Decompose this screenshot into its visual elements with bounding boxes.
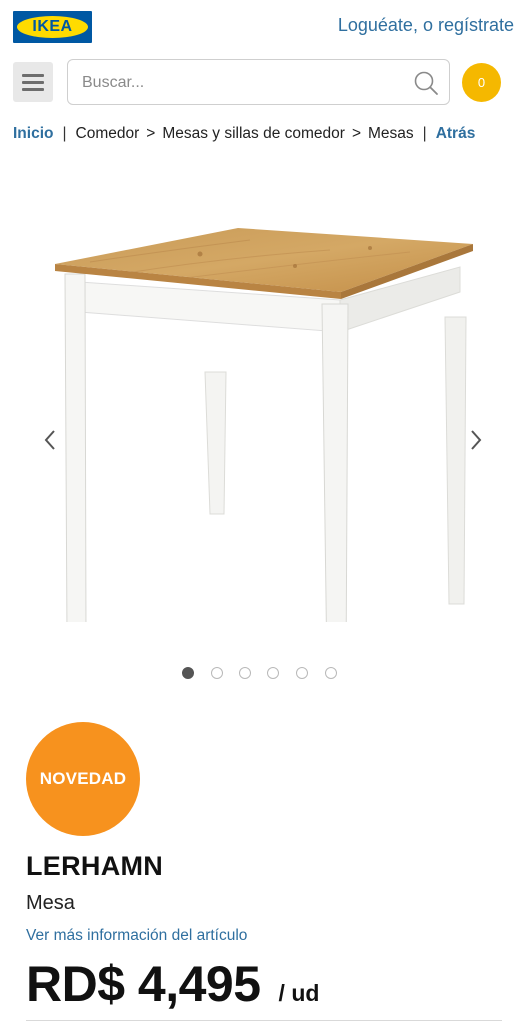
cart-count: 0 [477,75,486,90]
search-box [67,59,450,105]
search-input[interactable] [82,72,392,94]
carousel-dot[interactable] [296,667,308,679]
product-type: Mesa [26,892,75,914]
breadcrumb-item-comedor[interactable]: Comedor [76,125,140,143]
logo-oval: IKEA [17,16,88,38]
hamburger-menu-button[interactable] [13,62,53,102]
logo-text: IKEA [32,18,73,35]
carousel-dot[interactable] [211,667,223,679]
product-image-carousel[interactable] [0,160,528,660]
carousel-next-button[interactable] [464,425,488,455]
breadcrumb: Inicio | Comedor > Mesas y sillas de com… [13,123,518,145]
new-badge: NOVEDAD [26,722,140,836]
menu-line [22,73,44,77]
product-price: RD$ 4,495 / ud [26,955,319,1013]
carousel-indicators [0,667,528,681]
menu-line [22,80,44,84]
price-amount: RD$ 4,495 [26,956,261,1012]
product-image-table [55,228,473,622]
breadcrumb-arrow: > [351,125,362,142]
more-info-link[interactable]: Ver más información del artículo [26,927,247,945]
carousel-dot[interactable] [182,667,194,679]
product-name: LERHAMN [26,851,164,881]
ikea-logo[interactable]: IKEA [13,11,92,43]
carousel-dot[interactable] [267,667,279,679]
breadcrumb-item-mesas[interactable]: Mesas [368,125,414,143]
badge-label: NOVEDAD [39,769,127,788]
login-link[interactable]: Loguéate [338,15,413,35]
breadcrumb-back-link[interactable]: Atrás [436,125,476,143]
chevron-right-icon [471,430,482,450]
price-unit: / ud [278,980,320,1006]
breadcrumb-arrow: > [146,125,156,142]
site-header: IKEA Loguéate, o regístrate [0,0,528,56]
breadcrumb-separator: | [422,125,427,142]
register-link[interactable]: regístrate [438,15,514,35]
carousel-dot[interactable] [239,667,251,679]
menu-line [22,87,44,91]
carousel-dot[interactable] [325,667,337,679]
breadcrumb-item-mesas-y-sillas[interactable]: Mesas y sillas de comedor [162,125,345,143]
breadcrumb-separator: | [62,125,67,142]
auth-links: Loguéate, o regístrate [338,15,514,36]
search-icon[interactable] [413,70,439,96]
cart-button[interactable]: 0 [462,63,501,102]
auth-separator: , o [412,15,438,35]
divider [26,1020,502,1021]
breadcrumb-home-link[interactable]: Inicio [13,125,53,143]
